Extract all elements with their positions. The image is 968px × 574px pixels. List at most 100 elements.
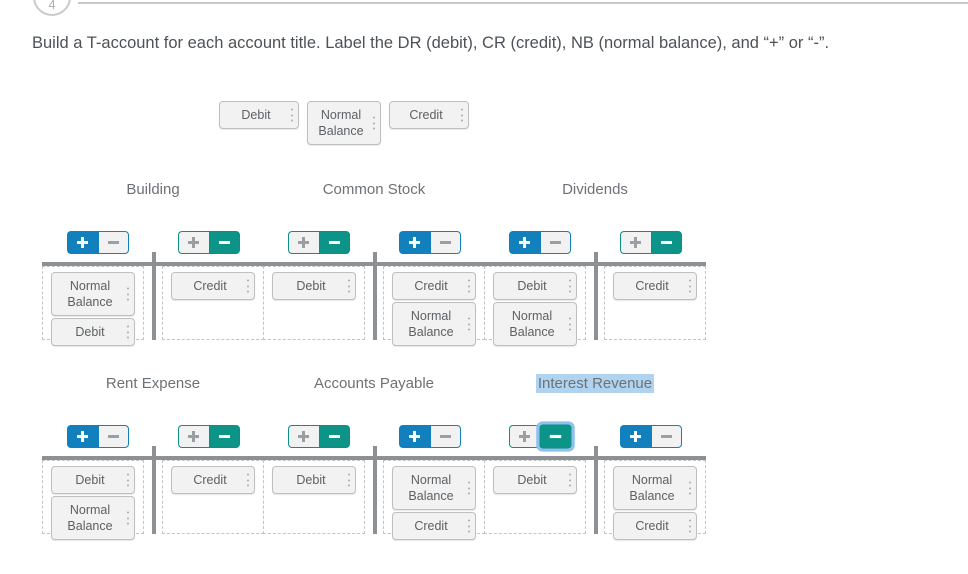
minus-icon-button-debit[interactable] <box>97 424 129 448</box>
drag-grip-icon[interactable] <box>460 108 463 122</box>
minus-icon-button-debit[interactable] <box>318 230 350 254</box>
draggable-chip-credit[interactable]: Credit <box>613 512 697 540</box>
drag-grip-icon[interactable] <box>467 317 470 331</box>
draggable-chip-credit[interactable]: Credit <box>171 272 255 300</box>
chip-label: Debit <box>517 473 547 487</box>
drag-grip-icon[interactable] <box>467 279 470 293</box>
debit-dropzone[interactable]: Debit <box>263 460 365 534</box>
drag-grip-icon[interactable] <box>568 473 571 487</box>
draggable-chip-debit[interactable]: Debit <box>272 466 356 494</box>
drag-grip-icon[interactable] <box>126 473 129 487</box>
draggable-chip-normal-balance[interactable]: Normal Balance <box>51 272 135 316</box>
minus-icon-button-debit[interactable] <box>535 420 575 452</box>
plus-icon-button-credit[interactable] <box>177 424 209 448</box>
debit-toggle-cell <box>263 226 374 258</box>
credit-dropzone[interactable]: Credit <box>162 266 264 340</box>
debit-dropzone[interactable]: Debit <box>263 266 365 340</box>
minus-icon-button-debit[interactable] <box>539 230 571 254</box>
minus-icon-button-credit[interactable] <box>650 424 682 448</box>
draggable-chip-credit[interactable]: Credit <box>392 512 476 540</box>
drag-grip-icon[interactable] <box>467 481 470 495</box>
draggable-chip-credit[interactable]: Credit <box>389 101 469 129</box>
drag-grip-icon[interactable] <box>246 473 249 487</box>
draggable-chip-credit[interactable]: Credit <box>613 272 697 300</box>
draggable-chip-debit[interactable]: Debit <box>51 318 135 346</box>
minus-icon-button-credit[interactable] <box>429 424 461 448</box>
drag-grip-icon[interactable] <box>688 481 691 495</box>
plus-icon <box>409 430 420 442</box>
chip-label: Credit <box>193 279 227 293</box>
drag-grip-icon[interactable] <box>688 519 691 533</box>
drag-grip-icon[interactable] <box>290 108 293 122</box>
t-account-body: Debit Normal Balance Credit <box>484 252 706 346</box>
plus-icon <box>630 430 641 442</box>
minus-icon <box>660 240 672 244</box>
debit-dropzone[interactable]: Normal Balance Debit <box>42 266 144 346</box>
drag-grip-icon[interactable] <box>126 511 129 525</box>
draggable-chip-normal-balance[interactable]: Normal Balance <box>392 302 476 346</box>
drag-grip-icon[interactable] <box>246 279 249 293</box>
minus-icon-button-credit[interactable] <box>429 230 461 254</box>
plus-icon-button-credit[interactable] <box>619 230 651 254</box>
plus-minus-toggle-credit <box>398 424 461 448</box>
draggable-chip-debit[interactable]: Debit <box>493 466 577 494</box>
credit-dropzone[interactable]: Credit <box>162 460 264 534</box>
plus-icon <box>630 236 641 248</box>
plus-icon-button-credit[interactable] <box>177 230 209 254</box>
drag-grip-icon[interactable] <box>372 116 375 130</box>
plus-icon-button-debit[interactable] <box>66 230 98 254</box>
credit-dropzone[interactable]: Credit <box>604 266 706 340</box>
drag-grip-icon[interactable] <box>568 317 571 331</box>
plus-minus-toggle-credit <box>619 230 682 254</box>
draggable-chip-normal-balance[interactable]: Normal Balance <box>493 302 577 346</box>
plus-icon-button-debit[interactable] <box>66 424 98 448</box>
plus-icon-button-credit[interactable] <box>619 424 651 448</box>
minus-icon-button-credit[interactable] <box>208 424 240 448</box>
drag-grip-icon[interactable] <box>688 279 691 293</box>
debit-toggle-cell <box>42 226 153 258</box>
chip-label: Credit <box>635 279 669 293</box>
plus-icon-button-credit[interactable] <box>398 230 430 254</box>
drag-grip-icon[interactable] <box>347 473 350 487</box>
draggable-chip-debit[interactable]: Debit <box>219 101 299 129</box>
chip-label: Credit <box>414 279 448 293</box>
drag-grip-icon[interactable] <box>347 279 350 293</box>
credit-dropzone[interactable]: Credit Normal Balance <box>383 266 485 346</box>
draggable-chip-normal-balance[interactable]: Normal Balance <box>392 466 476 510</box>
plus-icon <box>519 236 530 248</box>
debit-dropzone[interactable]: Debit <box>484 460 586 534</box>
credit-dropzone[interactable]: Normal Balance Credit <box>604 460 706 540</box>
drag-grip-icon[interactable] <box>568 279 571 293</box>
minus-icon-button-credit[interactable] <box>650 230 682 254</box>
minus-icon-button-debit[interactable] <box>97 230 129 254</box>
minus-icon-button-debit[interactable] <box>318 424 350 448</box>
minus-icon-button-credit[interactable] <box>208 230 240 254</box>
credit-dropzone[interactable]: Normal Balance Credit <box>383 460 485 540</box>
drag-grip-icon[interactable] <box>467 519 470 533</box>
credit-toggle-cell <box>595 226 706 258</box>
account-title-text: Interest Revenue <box>535 374 655 393</box>
plus-icon <box>188 236 199 248</box>
plus-icon-button-debit[interactable] <box>508 230 540 254</box>
chip-palette: Debit Normal Balance Credit <box>219 101 469 145</box>
chip-label: Debit <box>517 279 547 293</box>
debit-dropzone[interactable]: Debit Normal Balance <box>42 460 144 540</box>
drag-grip-icon[interactable] <box>126 287 129 301</box>
drag-grip-icon[interactable] <box>126 325 129 339</box>
draggable-chip-normal-balance[interactable]: Normal Balance <box>613 466 697 510</box>
plus-icon-button-debit[interactable] <box>508 424 540 448</box>
draggable-chip-normal-balance[interactable]: Normal Balance <box>51 496 135 540</box>
plus-minus-toggle-debit <box>508 230 571 254</box>
draggable-chip-credit[interactable]: Credit <box>392 272 476 300</box>
question-number-badge: 4 <box>33 0 71 16</box>
draggable-chip-debit[interactable]: Debit <box>51 466 135 494</box>
debit-dropzone[interactable]: Debit Normal Balance <box>484 266 586 346</box>
draggable-chip-debit[interactable]: Debit <box>493 272 577 300</box>
draggable-chip-normal-balance[interactable]: Normal Balance <box>307 101 381 145</box>
draggable-chip-debit[interactable]: Debit <box>272 272 356 300</box>
minus-icon <box>107 240 119 244</box>
plus-icon-button-debit[interactable] <box>287 424 319 448</box>
plus-icon-button-credit[interactable] <box>398 424 430 448</box>
plus-icon-button-debit[interactable] <box>287 230 319 254</box>
draggable-chip-credit[interactable]: Credit <box>171 466 255 494</box>
